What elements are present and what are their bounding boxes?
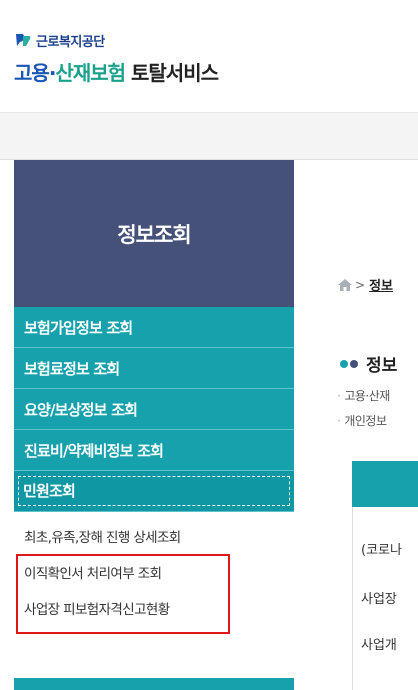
global-nav-bar (0, 112, 418, 160)
section-title: 정보 (340, 351, 397, 376)
sidebar-item-label: 민원조회 (23, 482, 76, 500)
title-part-total-service: 토탈서비스 (131, 61, 219, 85)
breadcrumb-link[interactable]: 정보 (369, 275, 393, 294)
sidebar-item-label: 요양/보상정보 조회 (24, 400, 138, 419)
sidebar-item-civil-petition[interactable]: 민원조회 (14, 471, 294, 512)
org-logo-link[interactable]: 근로복지공단 (14, 31, 105, 50)
title-part-insurance: 산재보험 (55, 61, 126, 85)
table-row[interactable]: (코로나 (361, 539, 402, 558)
sidebar: 정보조회 보험가입정보 조회 보험료정보 조회 요양/보상정보 조회 진료비/약… (14, 160, 294, 690)
table-header (352, 461, 418, 507)
sidebar-item-label: 진료비/약제비정보 조회 (24, 441, 164, 460)
sidebar-item-premium-info[interactable]: 보험료정보 조회 (14, 348, 294, 389)
sidebar-heading-text: 정보조회 (117, 222, 191, 247)
sidebar-item-label: 보험료정보 조회 (24, 359, 120, 378)
sidebar-item-care-compensation[interactable]: 요양/보상정보 조회 (14, 389, 294, 430)
submenu-list: 최초,유족,장해 진행 상세조회 이직확인서 처리여부 조회 사업장 피보험자격… (14, 512, 294, 634)
home-icon[interactable] (338, 278, 352, 291)
site-header: 근로복지공단 고용·산재보험 토탈서비스 (0, 0, 418, 112)
focus-outline: 민원조회 (18, 476, 290, 506)
sidebar-next-item[interactable] (14, 678, 294, 690)
sidebar-item-label: 보험가입정보 조회 (24, 318, 133, 337)
sidebar-item-insurance-info[interactable]: 보험가입정보 조회 (14, 307, 294, 348)
table-row[interactable]: 사업장 (361, 588, 397, 607)
title-dots-icon (340, 359, 360, 368)
breadcrumb: > 정보 (338, 275, 393, 294)
org-name: 근로복지공단 (36, 34, 105, 50)
sidebar-item-medical-fee[interactable]: 진료비/약제비정보 조회 (14, 430, 294, 471)
info-bullet: 고용·산재 (337, 387, 390, 404)
info-bullet: 개인정보 (337, 412, 387, 429)
title-part-employment: 고용 (14, 61, 50, 85)
submenu-item-initial-progress[interactable]: 최초,유족,장해 진행 상세조회 (14, 518, 294, 554)
chevron-right-icon: > (355, 277, 366, 292)
table-row[interactable]: 사업개 (361, 634, 397, 653)
comwel-logo-icon (16, 34, 31, 46)
sidebar-heading: 정보조회 (14, 160, 294, 307)
service-title[interactable]: 고용·산재보험 토탈서비스 (14, 57, 219, 86)
section-title-text: 정보 (366, 356, 398, 376)
highlight-box (16, 554, 230, 634)
